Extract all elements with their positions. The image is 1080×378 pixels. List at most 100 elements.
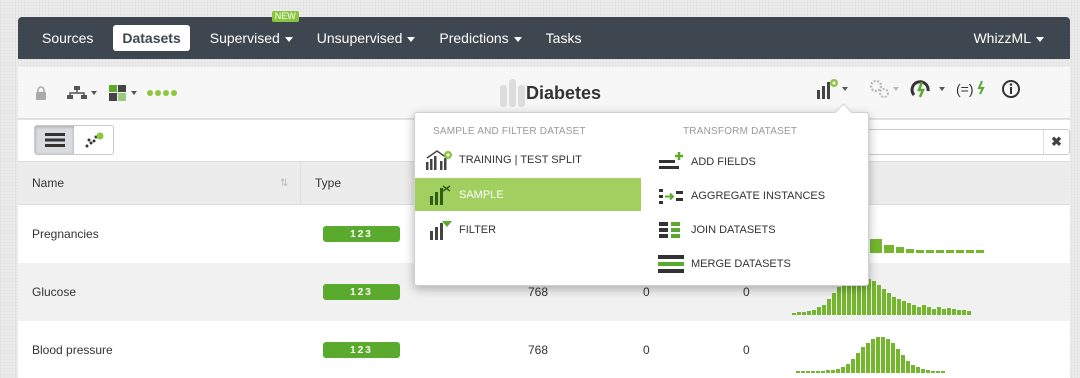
merge-datasets-icon — [657, 252, 685, 276]
histogram-bar — [937, 307, 941, 315]
histogram-bar — [842, 283, 846, 315]
field-errors: 0 — [743, 343, 750, 357]
histogram-bar — [856, 353, 860, 373]
dataset-logo-icon — [500, 79, 525, 107]
sample-icon — [425, 183, 453, 207]
histogram-bar — [846, 364, 850, 373]
histogram-bar — [836, 369, 840, 373]
header-type[interactable]: Type — [315, 176, 341, 190]
field-name: Blood pressure — [32, 343, 113, 357]
histogram-bar — [881, 337, 885, 373]
nav-tasks[interactable]: Tasks — [534, 25, 594, 51]
menu-item-aggregate-instances[interactable]: AGGREGATE INSTANCES — [653, 179, 863, 212]
histogram-bar — [952, 309, 956, 315]
nav-predictions[interactable]: Predictions — [427, 25, 533, 51]
field-name: Pregnancies — [32, 227, 99, 241]
type-badge: 123 — [323, 342, 400, 358]
add-fields-icon — [657, 150, 685, 174]
histogram-bar — [957, 310, 961, 315]
histogram-bar — [797, 312, 801, 315]
histogram-bar — [931, 371, 935, 373]
histogram-bar — [947, 308, 951, 315]
histogram-bar — [927, 307, 931, 315]
nav-datasets[interactable]: Datasets — [113, 25, 190, 51]
close-icon[interactable]: ✖ — [1043, 130, 1069, 154]
top-navigation: Sources Datasets NEW Supervised Unsuperv… — [18, 11, 1070, 59]
histogram-bar — [841, 367, 845, 373]
histogram-bar — [792, 313, 796, 315]
whizzml-script-icon[interactable]: (=) — [956, 80, 986, 98]
histogram-bar — [902, 301, 906, 315]
histogram-bar — [832, 293, 836, 315]
histogram-bar — [892, 297, 896, 315]
sort-icon[interactable]: ⇅ — [280, 178, 288, 189]
scatterplot-view-button[interactable] — [74, 126, 113, 154]
menu-item-sample[interactable]: SAMPLE — [415, 178, 641, 211]
nav-supervised[interactable]: NEW Supervised — [198, 11, 305, 51]
menu-item-add-fields[interactable]: ADD FIELDS — [653, 145, 863, 178]
histogram-bar — [871, 339, 875, 373]
configure-dataset-icon[interactable] — [66, 84, 97, 102]
dataset-fields-icon[interactable] — [108, 84, 137, 102]
histogram-bar — [811, 371, 815, 373]
nav-unsupervised[interactable]: Unsupervised — [305, 25, 428, 51]
histogram-bar — [877, 285, 881, 315]
loading-dots-icon — [146, 84, 178, 102]
lock-icon[interactable] — [34, 84, 48, 102]
search-input[interactable]: ✖ — [866, 129, 1070, 155]
menu-item-merge-datasets[interactable]: MERGE DATASETS — [653, 247, 863, 280]
nav-whizzml[interactable]: WhizzML — [961, 25, 1056, 51]
histogram-bar — [872, 281, 876, 315]
histogram-bar — [876, 337, 880, 373]
histogram-bar — [861, 347, 865, 373]
histogram-bar — [907, 303, 911, 315]
histogram-bar — [821, 371, 825, 373]
create-dataset-dropdown: SAMPLE AND FILTER DATASET TRANSFORM DATA… — [414, 112, 869, 286]
histogram-bar — [897, 299, 901, 315]
histogram-bar — [802, 312, 806, 315]
histogram-bar — [816, 371, 820, 373]
histogram-bar — [796, 371, 800, 373]
svg-text:(=): (=) — [956, 81, 974, 97]
chevron-down-icon — [407, 36, 416, 42]
histogram-bar — [967, 311, 971, 315]
type-badge: 123 — [323, 284, 400, 300]
histogram-bar — [826, 370, 830, 373]
histogram-bar — [962, 310, 966, 315]
aggregate-instances-icon — [657, 184, 685, 208]
filter-icon — [425, 218, 453, 242]
page-title: Diabetes — [526, 83, 602, 103]
join-datasets-icon — [657, 218, 685, 242]
menu-item-training-test-split[interactable]: TRAINING | TEST SPLIT — [415, 143, 641, 176]
histogram-bar — [831, 370, 835, 373]
header-name[interactable]: Name — [32, 176, 64, 190]
nav-sources[interactable]: Sources — [30, 25, 105, 51]
field-missing: 0 — [643, 343, 650, 357]
menu-item-filter[interactable]: FILTER — [415, 213, 641, 246]
table-row[interactable]: Blood pressure 123 768 0 0 — [18, 321, 1070, 378]
histogram-bar — [812, 310, 816, 315]
one-click-model-icon[interactable] — [910, 80, 945, 98]
histogram-bar — [807, 311, 811, 315]
field-name: Glucose — [32, 285, 77, 299]
histogram-bar — [896, 349, 900, 373]
new-badge: NEW — [271, 11, 299, 22]
menu-item-join-datasets[interactable]: JOIN DATASETS — [653, 213, 863, 246]
training-test-split-icon — [425, 148, 453, 172]
info-icon[interactable] — [1001, 80, 1021, 98]
histogram-bar — [806, 371, 810, 373]
histogram-bar — [911, 365, 915, 373]
histogram-bar — [827, 299, 831, 315]
histogram-bar — [912, 305, 916, 315]
histogram-bar — [932, 309, 936, 315]
settings-gears-icon[interactable] — [868, 79, 899, 98]
histogram-bar — [822, 305, 826, 315]
histogram-bar — [801, 371, 805, 373]
histogram-bar — [887, 293, 891, 315]
transform-heading: TRANSFORM DATASET — [683, 126, 798, 137]
chevron-down-icon — [284, 36, 293, 42]
list-view-button[interactable] — [35, 126, 74, 154]
histogram-bar — [917, 307, 921, 315]
histogram-bar — [886, 339, 890, 373]
create-sample-menu-icon[interactable] — [815, 79, 848, 99]
